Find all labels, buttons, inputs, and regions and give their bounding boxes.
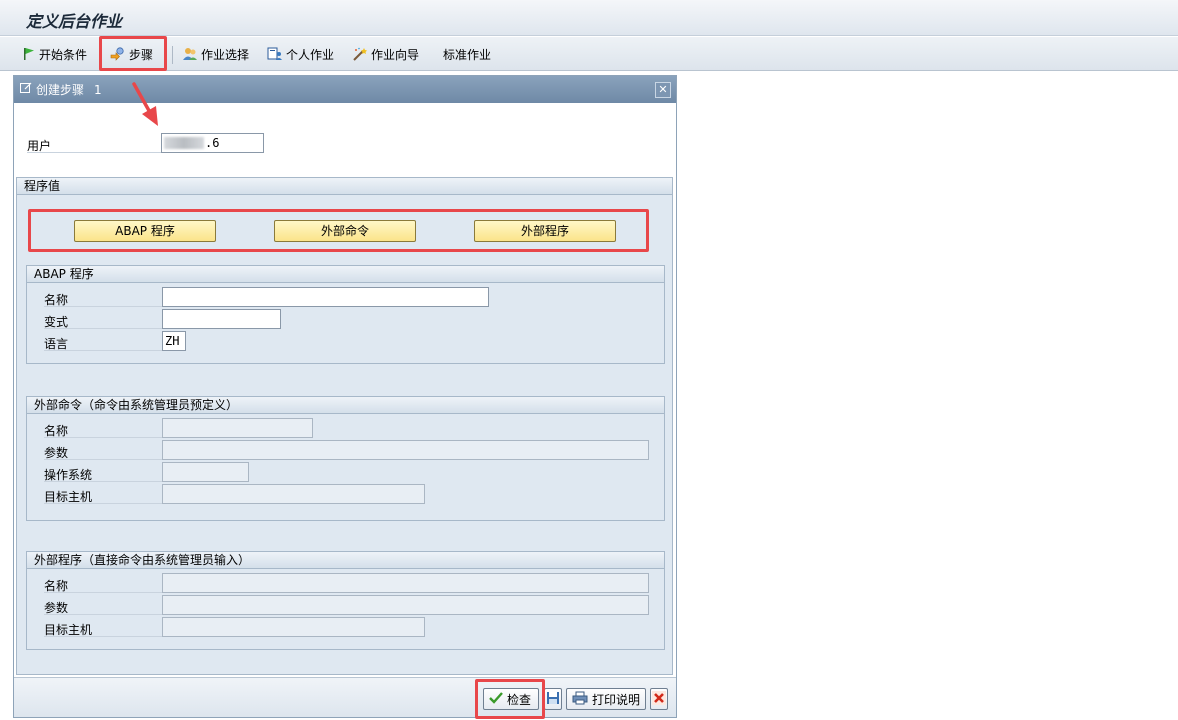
label-underline — [44, 328, 162, 329]
external-command-title: 外部命令（命令由系统管理员预定义） — [27, 397, 664, 414]
save-button[interactable] — [544, 688, 562, 710]
flag-icon — [22, 47, 36, 61]
create-step-dialog: 创建步骤 1 ✕ 用户 .6 程序值 ABAP 程序 外部命令 外部程序 ABA… — [13, 75, 677, 718]
job-selection-icon — [182, 47, 198, 61]
start-condition-button[interactable]: 开始条件 — [22, 44, 87, 64]
standard-jobs-label: 标准作业 — [443, 47, 492, 62]
program-values-group: 程序值 ABAP 程序 外部命令 外部程序 ABAP 程序 名称 变式 语言 Z… — [16, 177, 673, 675]
external-program-title: 外部程序（直接命令由系统管理员输入） — [27, 552, 664, 569]
label-underline — [44, 437, 162, 438]
check-button[interactable]: 检查 — [483, 688, 539, 710]
abap-variant-field[interactable] — [162, 309, 281, 329]
wizard-icon — [352, 47, 368, 61]
print-description-label: 打印说明 — [592, 692, 641, 707]
label-underline — [44, 592, 162, 593]
user-field[interactable]: .6 — [161, 133, 264, 153]
external-program-button[interactable]: 外部程序 — [474, 220, 616, 242]
cmd-host-field[interactable] — [162, 484, 425, 504]
prog-host-field[interactable] — [162, 617, 425, 637]
dialog-header: 创建步骤 1 ✕ — [14, 76, 676, 103]
close-icon[interactable]: ✕ — [655, 82, 671, 98]
prog-name-field[interactable] — [162, 573, 649, 593]
print-description-button[interactable]: 打印说明 — [566, 688, 646, 710]
cancel-button[interactable] — [650, 688, 668, 710]
job-selection-button[interactable]: 作业选择 — [182, 44, 249, 64]
cancel-icon — [652, 690, 666, 708]
toolbar-separator — [172, 46, 173, 64]
label-underline — [44, 350, 162, 351]
dialog-number: 1 — [94, 82, 102, 97]
dialog-title: 创建步骤 — [36, 83, 85, 97]
redacted-area — [164, 137, 204, 149]
printer-icon — [572, 691, 588, 708]
prog-params-field[interactable] — [162, 595, 649, 615]
abap-name-field[interactable] — [162, 287, 489, 307]
job-selection-label: 作业选择 — [201, 47, 250, 62]
label-underline — [44, 481, 162, 482]
check-label: 检查 — [507, 692, 532, 707]
steps-button[interactable]: 步骤 — [110, 44, 153, 64]
edit-icon — [20, 82, 32, 97]
external-program-group: 外部程序（直接命令由系统管理员输入） 名称 参数 目标主机 — [26, 551, 665, 650]
own-jobs-label: 个人作业 — [286, 47, 335, 62]
dialog-body: 用户 .6 程序值 ABAP 程序 外部命令 外部程序 ABAP 程序 名称 变… — [14, 103, 676, 677]
abap-program-button[interactable]: ABAP 程序 — [74, 220, 216, 242]
title-bar: 定义后台作业 — [0, 0, 1178, 36]
own-jobs-button[interactable]: 个人作业 — [267, 44, 334, 64]
standard-jobs-button[interactable]: 标准作业 — [443, 44, 491, 64]
own-jobs-icon — [267, 47, 283, 61]
cmd-name-field[interactable] — [162, 418, 313, 438]
page-title: 定义后台作业 — [26, 12, 123, 31]
dialog-footer: 检查 打印说明 — [14, 677, 676, 717]
label-underline — [44, 503, 162, 504]
abap-group-title: ABAP 程序 — [27, 266, 664, 283]
abap-program-group: ABAP 程序 名称 变式 语言 ZH — [26, 265, 665, 364]
external-command-button[interactable]: 外部命令 — [274, 220, 416, 242]
checkmark-icon — [489, 691, 503, 707]
annotation-arrow-icon — [132, 82, 158, 126]
step-icon — [110, 47, 126, 61]
start-condition-label: 开始条件 — [39, 47, 88, 62]
label-underline — [44, 306, 162, 307]
program-values-title: 程序值 — [17, 178, 672, 195]
abap-language-field[interactable]: ZH — [162, 331, 186, 351]
job-wizard-button[interactable]: 作业向导 — [352, 44, 419, 64]
job-wizard-label: 作业向导 — [371, 47, 420, 62]
label-underline — [44, 459, 162, 460]
external-command-group: 外部命令（命令由系统管理员预定义） 名称 参数 操作系统 目标主机 — [26, 396, 665, 521]
steps-label: 步骤 — [129, 47, 154, 62]
application-toolbar: 开始条件 步骤 作业选择 个人作业 作业向导 标准作业 — [0, 37, 1178, 71]
cmd-os-field[interactable] — [162, 462, 249, 482]
label-underline — [27, 152, 161, 153]
label-underline — [44, 614, 162, 615]
label-underline — [44, 636, 162, 637]
user-value: .6 — [205, 136, 220, 150]
save-icon — [546, 691, 560, 708]
cmd-params-field[interactable] — [162, 440, 649, 460]
